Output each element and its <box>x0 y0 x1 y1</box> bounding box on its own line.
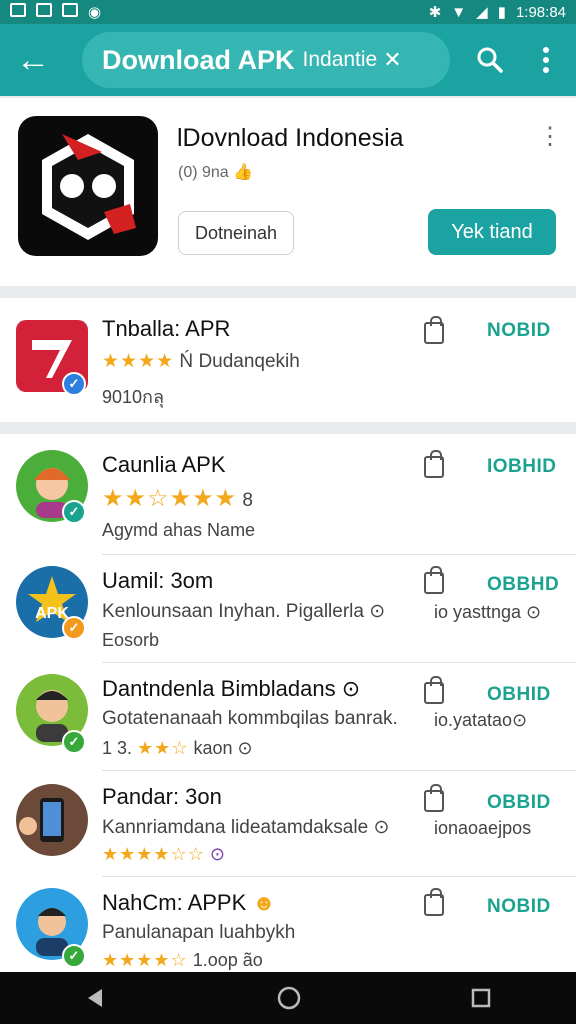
app-rating: 1 3. ★★☆ kaon ⊙ <box>102 738 253 759</box>
app-package: io yasttnga ⊙ <box>434 602 542 622</box>
search-extra: Indantie <box>302 48 378 71</box>
smiley-icon: ☻ <box>252 890 276 915</box>
shopping-bag-icon[interactable] <box>424 450 444 478</box>
action-button[interactable]: OBHID <box>487 684 551 706</box>
verified-badge-icon: ✓ <box>62 944 86 968</box>
verified-badge-icon: ✓ <box>62 372 86 396</box>
signal-icon: ◢ <box>476 4 488 21</box>
app-rating: ★★★★☆☆ ⊙ <box>102 844 225 865</box>
app-name-text: NahCm: APPK <box>102 890 247 915</box>
secondary-button[interactable]: Dotneinah <box>178 211 294 255</box>
divider <box>102 770 576 771</box>
battery-icon: ▮ <box>497 4 506 21</box>
developer-name: Dudanqekih <box>198 351 300 372</box>
featured-app-card: lDovnload Indonesia (0) 9na 👍 ⋮ Dotneina… <box>0 98 576 286</box>
app-name: Uamil: 3om <box>102 568 214 593</box>
messenger-icon: ◉ <box>88 4 102 21</box>
app-description: Kenlounsaan Inyhan. Pigallerla ⊙ <box>102 601 386 622</box>
clock: 1:98:84 <box>515 3 566 21</box>
app-name: Caunlia APK <box>102 452 226 477</box>
gallery-icon <box>36 3 52 17</box>
star-rating: ★★★★☆☆ <box>102 844 205 864</box>
rating-value: 1 3. <box>102 738 133 758</box>
clear-icon[interactable]: ✕ <box>383 47 401 73</box>
star-rating: ★★★★☆ <box>102 950 188 970</box>
action-button[interactable]: OBBID <box>487 792 551 814</box>
app-size: 9010กลุ <box>102 387 164 407</box>
app-rating: ★★★★ Ń Dudanqekih <box>102 350 300 373</box>
bluetooth-icon: ✱ <box>428 4 442 21</box>
shopping-bag-icon[interactable] <box>424 566 444 594</box>
star-rating: ★★☆★★★ <box>102 485 238 512</box>
rating-prefix: Ń <box>179 351 194 372</box>
app-title: lDovnload Indonesia <box>177 124 404 152</box>
app-developer: Agymd ahas Name <box>102 520 256 540</box>
shopping-bag-icon[interactable] <box>424 676 444 704</box>
app-logo <box>18 116 158 256</box>
rating-label: kaon ⊙ <box>193 738 253 758</box>
shopping-bag-icon[interactable] <box>424 784 444 812</box>
action-button[interactable]: OBBHD <box>487 574 559 596</box>
install-button[interactable]: Yek tiand <box>428 209 556 255</box>
app-name: Pandar: 3on <box>102 784 222 809</box>
notification-icon <box>10 3 26 17</box>
verified-badge-icon: ✓ <box>62 616 86 640</box>
app-package: ionaoaejpos <box>434 818 532 838</box>
app-rating: (0) 9na 👍 <box>178 162 253 182</box>
search-field[interactable]: Download APK Indantie ✕ <box>82 32 450 88</box>
image-icon <box>62 3 78 17</box>
app-description: Panulanapan luahbykh <box>102 922 296 943</box>
app-description: Kannriamdana lideatamdaksale ⊙ <box>102 817 390 838</box>
star-rating: ★★☆ <box>137 738 189 758</box>
search-icon[interactable] <box>466 24 514 96</box>
list-item[interactable]: ✓ Tnballa: APR ★★★★ Ń Dudanqekih 9010กลุ… <box>0 298 576 422</box>
verified-badge-icon: ✓ <box>62 500 86 524</box>
rating-count: 8 <box>242 490 253 511</box>
app-description: Gotatenanaah kommbqilas banrak. <box>102 708 398 729</box>
back-nav-icon[interactable] <box>84 986 108 1010</box>
rating-text: (0) 9na <box>178 164 229 181</box>
app-name: NahCm: APPK ☻ <box>102 890 276 916</box>
star-rating: ★★★★ <box>102 351 175 372</box>
action-button[interactable]: NOBID <box>487 320 551 342</box>
shopping-bag-icon[interactable] <box>424 316 444 344</box>
divider <box>102 554 576 555</box>
verified-badge-icon: ✓ <box>62 730 86 754</box>
search-query: Download APK <box>102 44 295 75</box>
overflow-menu-icon[interactable] <box>526 24 566 96</box>
action-button[interactable]: NOBID <box>487 896 551 918</box>
app-name: Tnballa: APR <box>102 316 231 341</box>
app-icon <box>16 784 88 856</box>
divider <box>102 876 576 877</box>
app-name: Dantndenla Bimbladans ⊙ <box>102 676 361 701</box>
status-bar: ◉ ✱ ▼ ◢ ▮ 1:98:84 <box>0 0 576 24</box>
divider <box>102 662 576 663</box>
app-rating: ★★★★☆ 1.oop ão <box>102 950 263 971</box>
home-nav-icon[interactable] <box>276 985 302 1011</box>
app-bar: ← Download APK Indantie ✕ <box>0 24 576 96</box>
thumbs-up-icon: 👍 <box>233 164 254 181</box>
action-button[interactable]: IOBHID <box>487 456 557 478</box>
shopping-bag-icon[interactable] <box>424 888 444 916</box>
more-options-icon[interactable]: ⋮ <box>538 122 562 151</box>
app-size: Eosorb <box>102 630 160 650</box>
download-count: 1.oop ão <box>192 950 263 970</box>
navigation-bar <box>0 972 576 1024</box>
app-rating: ★★☆★★★ 8 <box>102 484 253 513</box>
recents-nav-icon[interactable] <box>470 987 492 1009</box>
app-list: ✓ Caunlia APK ★★☆★★★ 8 Agymd ahas Name I… <box>0 434 576 974</box>
wifi-icon: ▼ <box>451 3 467 21</box>
app-package: io.yatatao⊙ <box>434 710 528 730</box>
back-arrow-icon[interactable]: ← <box>0 24 66 96</box>
rating-icon: ⊙ <box>209 844 225 864</box>
